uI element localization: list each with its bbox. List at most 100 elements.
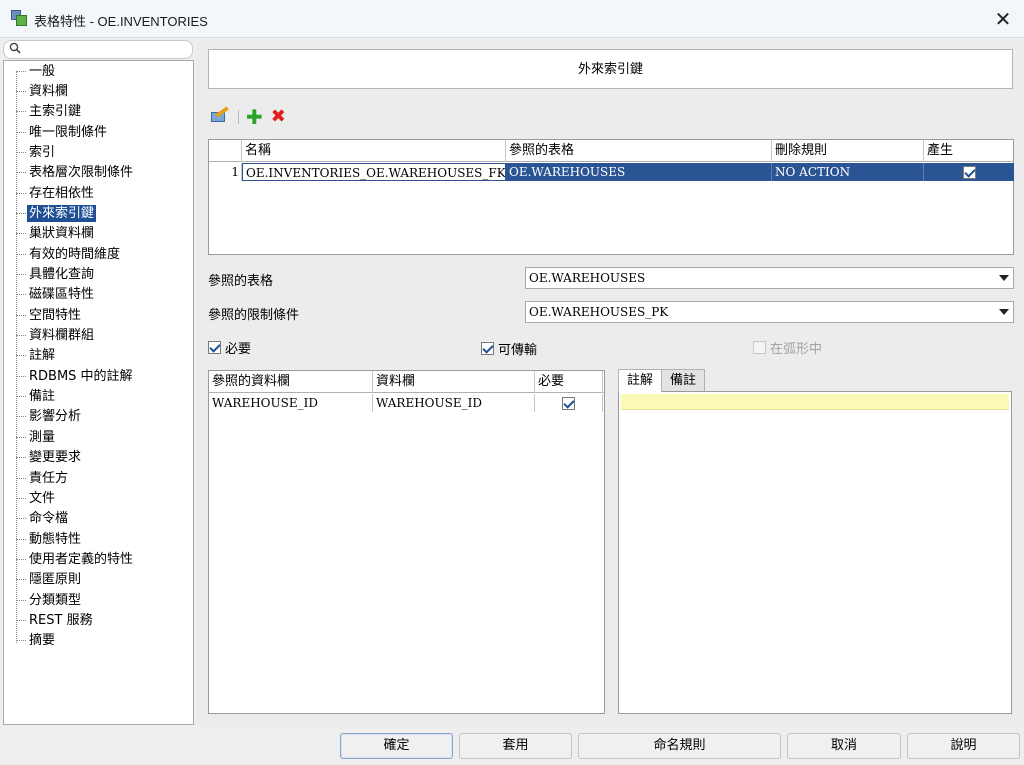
column-header-generate[interactable]: 產生 xyxy=(924,140,1014,162)
ref-constraint-select[interactable]: OE.WAREHOUSES_PK xyxy=(525,301,1014,323)
tree-item[interactable]: 測量 xyxy=(16,428,57,446)
column-header-ref-column[interactable]: 參照的資料欄 xyxy=(209,371,373,393)
table-properties-icon xyxy=(11,10,27,26)
ref-table-select[interactable]: OE.WAREHOUSES xyxy=(525,267,1014,289)
tree-item[interactable]: 唯一限制條件 xyxy=(16,123,109,141)
tree-item-label: 資料欄群組 xyxy=(29,328,95,344)
search-icon xyxy=(9,42,21,58)
column-header-name[interactable]: 名稱 xyxy=(242,140,506,162)
tree-item[interactable]: RDBMS 中的註解 xyxy=(16,367,135,385)
tree-item[interactable]: 有效的時間維度 xyxy=(16,245,122,263)
delete-icon[interactable]: ✖ xyxy=(271,108,286,126)
tree-item-label: 文件 xyxy=(29,490,56,506)
column-header-mandatory[interactable]: 必要 xyxy=(535,371,603,393)
tree-item[interactable]: 空間特性 xyxy=(16,306,83,324)
tree-item[interactable]: 文件 xyxy=(16,489,57,507)
mandatory-option[interactable]: 必要 xyxy=(208,338,251,357)
tree-connector xyxy=(16,396,26,398)
edit-properties-icon[interactable] xyxy=(211,106,229,125)
ref-table-cell[interactable]: OE.WAREHOUSES xyxy=(506,163,772,181)
table-row[interactable]: WAREHOUSE_ID WAREHOUSE_ID xyxy=(209,394,604,412)
column-header-column[interactable]: 資料欄 xyxy=(373,371,535,393)
column-header-delete-rule[interactable]: 刪除規則 xyxy=(772,140,924,162)
row-number-header xyxy=(209,140,242,162)
help-button[interactable]: 說明 xyxy=(907,733,1020,759)
add-icon[interactable]: ✚ xyxy=(246,107,263,127)
tree-item[interactable]: 存在相依性 xyxy=(16,184,96,202)
tree-connector xyxy=(16,90,26,92)
properties-tree: 一般資料欄主索引鍵唯一限制條件索引表格層次限制條件 存在相依性外來索引鍵巢狀資料欄… xyxy=(3,60,194,725)
tree-item[interactable]: 命令檔 xyxy=(16,510,70,528)
tree-item[interactable]: 影響分析 xyxy=(16,408,83,426)
column-header-ref-table[interactable]: 參照的表格 xyxy=(506,140,772,162)
column-mandatory-checkbox[interactable] xyxy=(562,397,575,410)
tree-item[interactable]: 索引 xyxy=(16,143,57,161)
tree-connector xyxy=(16,579,26,581)
apply-button[interactable]: 套用 xyxy=(459,733,572,759)
tree-item[interactable]: 具體化查詢 xyxy=(16,266,96,284)
tree-item[interactable]: 資料欄 xyxy=(16,82,70,100)
tree-item-label: 磁碟區特性 xyxy=(29,287,95,303)
ref-column-cell[interactable]: WAREHOUSE_ID xyxy=(209,394,373,412)
tree-item[interactable]: 巢狀資料欄 xyxy=(16,225,96,243)
generate-checkbox[interactable] xyxy=(962,166,976,179)
tree-connector xyxy=(16,558,26,560)
tree-item[interactable]: REST 服務 xyxy=(16,611,95,629)
fk-columns-table: 參照的資料欄 資料欄 必要 WAREHOUSE_ID WAREHOUSE_ID xyxy=(208,370,605,714)
tree-connector xyxy=(16,314,26,316)
fk-toolbar: ✚ ✖ xyxy=(211,106,286,127)
tab-notes[interactable]: 備註 xyxy=(661,369,706,391)
transferable-option[interactable]: 可傳輸 xyxy=(481,339,537,358)
tree-item[interactable]: 外來索引鍵 xyxy=(16,204,97,222)
tree-item[interactable]: 註解 xyxy=(16,347,57,365)
transferable-checkbox[interactable] xyxy=(481,342,494,355)
tree-item-label: 索引 xyxy=(29,144,56,160)
tree-connector xyxy=(16,457,26,459)
tree-item-label: 主索引鍵 xyxy=(29,104,82,120)
tree-item[interactable]: 資料欄群組 xyxy=(16,327,96,345)
tree-search-input[interactable] xyxy=(3,40,193,59)
tree-item-label: 備註 xyxy=(29,389,56,405)
cancel-button[interactable]: 取消 xyxy=(787,733,901,759)
close-button[interactable]: ✕ xyxy=(990,6,1016,32)
comment-textarea[interactable] xyxy=(621,394,1009,410)
tree-item[interactable]: 磁碟區特性 xyxy=(16,286,96,304)
tree-item[interactable]: 責任方 xyxy=(16,469,70,487)
tree-connector xyxy=(16,335,26,337)
tree-item[interactable]: 一般 xyxy=(16,62,57,80)
tab-comment[interactable]: 註解 xyxy=(618,369,663,392)
tree-connector xyxy=(16,111,26,113)
mandatory-checkbox[interactable] xyxy=(208,341,221,354)
title-bar: 表格特性 - OE.INVENTORIES ✕ xyxy=(0,0,1024,38)
in-arc-label: 在弧形中 xyxy=(770,342,823,357)
chevron-down-icon xyxy=(999,275,1009,281)
generate-cell[interactable] xyxy=(924,163,1014,181)
fk-name-cell[interactable]: OE.INVENTORIES_OE.WAREHOUSES_FK xyxy=(242,163,506,181)
tree-connector xyxy=(16,497,26,499)
tree-item[interactable]: 變更要求 xyxy=(16,449,83,467)
naming-rules-button[interactable]: 命名規則 xyxy=(578,733,781,759)
tree-item-label: 空間特性 xyxy=(29,307,82,323)
tree-item[interactable]: 摘要 xyxy=(16,632,57,650)
tree-item[interactable]: 動態特性 xyxy=(16,530,83,548)
tree-item-label: 註解 xyxy=(29,348,56,364)
tree-item[interactable]: 分類類型 xyxy=(16,591,83,609)
tree-connector xyxy=(16,436,26,438)
tree-item-label: RDBMS 中的註解 xyxy=(29,368,133,384)
tree-connector xyxy=(16,253,26,255)
ok-button[interactable]: 確定 xyxy=(340,733,453,759)
tree-item[interactable]: 表格層次限制條件 xyxy=(16,164,135,182)
tree-item[interactable]: 隱匿原則 xyxy=(16,571,83,589)
tree-item[interactable]: 主索引鍵 xyxy=(16,103,83,121)
table-row[interactable]: 1 OE.INVENTORIES_OE.WAREHOUSES_FK OE.WAR… xyxy=(209,163,1014,181)
comment-tabs: 註解 備註 xyxy=(618,369,706,392)
tree-item-label: 有效的時間維度 xyxy=(29,246,121,262)
column-cell[interactable]: WAREHOUSE_ID xyxy=(373,394,535,412)
mandatory-cell[interactable] xyxy=(535,394,603,412)
tree-connector xyxy=(16,294,26,296)
tree-item-label: 資料欄 xyxy=(29,83,69,99)
delete-rule-cell[interactable]: NO ACTION xyxy=(772,163,924,181)
tree-item[interactable]: 使用者定義的特性 xyxy=(16,550,135,568)
tree-connector xyxy=(16,619,26,621)
tree-item[interactable]: 備註 xyxy=(16,388,57,406)
